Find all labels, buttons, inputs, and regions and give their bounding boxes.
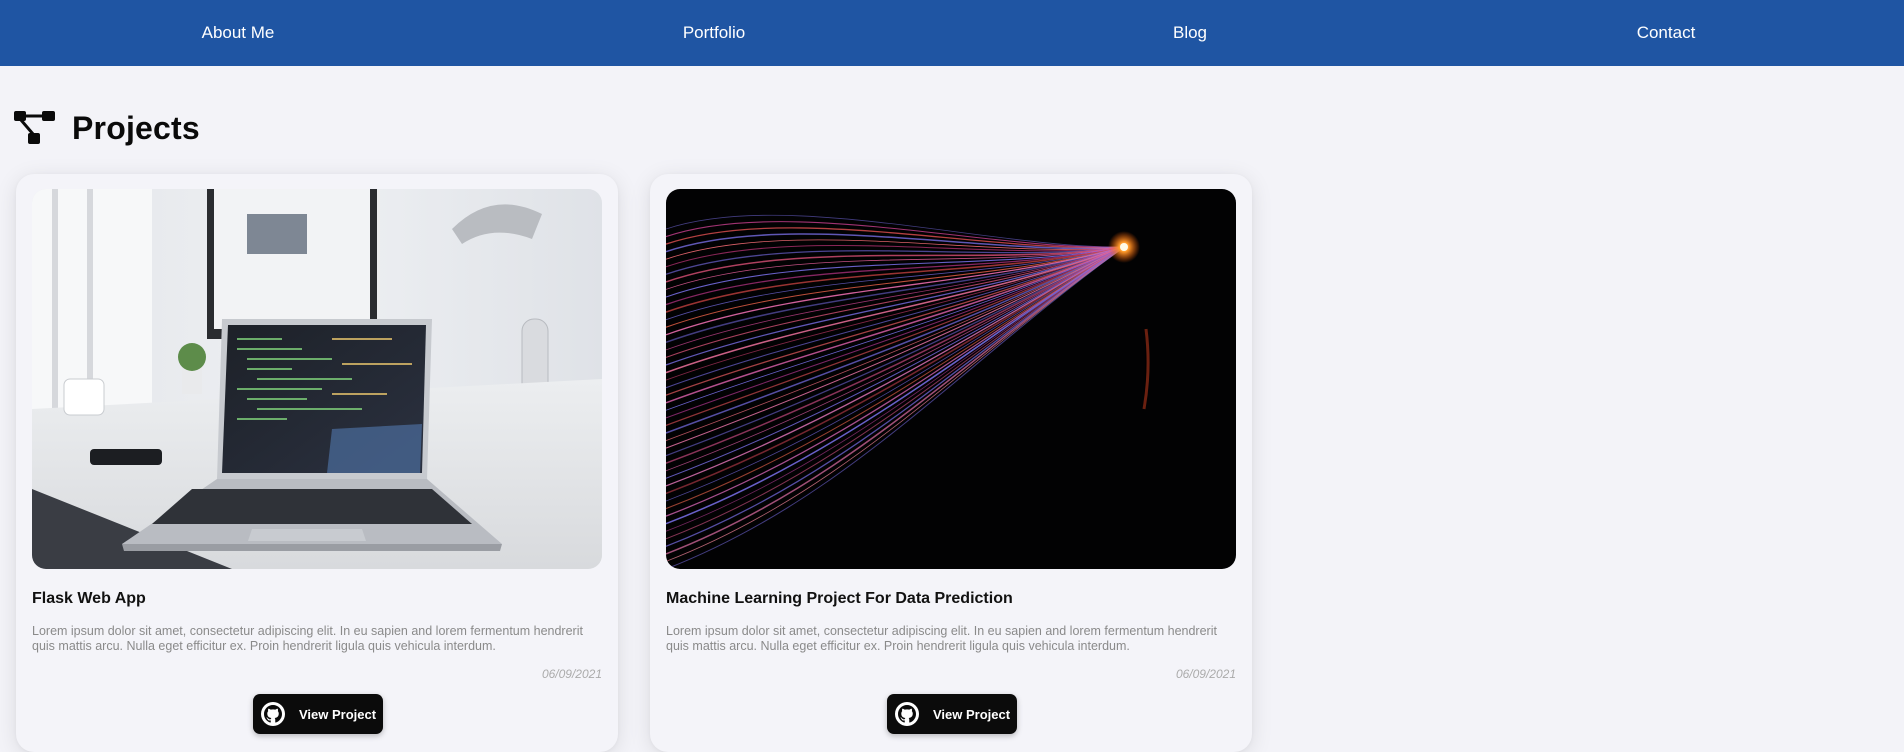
project-date: 06/09/2021	[1175, 667, 1236, 681]
github-icon	[895, 702, 919, 726]
project-diagram-icon	[14, 111, 56, 145]
project-title: Machine Learning Project For Data Predic…	[666, 590, 1013, 607]
section-title: Projects	[72, 109, 200, 146]
nav-link-about-me[interactable]: About Me	[0, 23, 476, 43]
project-description: Lorem ipsum dolor sit amet, consectetur …	[32, 624, 583, 653]
view-project-button[interactable]: View Project	[887, 694, 1017, 734]
nav-link-blog[interactable]: Blog	[952, 23, 1428, 43]
nav-link-contact[interactable]: Contact	[1428, 23, 1904, 43]
github-icon	[261, 702, 285, 726]
section-header: Projects	[14, 108, 200, 148]
project-title: Flask Web App	[32, 590, 146, 607]
project-image-light-strands	[666, 189, 1236, 569]
project-date: 06/09/2021	[541, 667, 602, 681]
project-description: Lorem ipsum dolor sit amet, consectetur …	[666, 624, 1217, 653]
view-project-label: View Project	[299, 706, 377, 722]
project-card: Flask Web App Lorem ipsum dolor sit amet…	[16, 174, 618, 752]
nav-link-portfolio[interactable]: Portfolio	[476, 23, 952, 43]
top-navigation: About Me Portfolio Blog Contact	[0, 0, 1904, 66]
view-project-button[interactable]: View Project	[253, 694, 383, 734]
project-card: Machine Learning Project For Data Predic…	[650, 174, 1252, 752]
project-image-laptop	[32, 189, 602, 569]
view-project-label: View Project	[933, 706, 1011, 722]
